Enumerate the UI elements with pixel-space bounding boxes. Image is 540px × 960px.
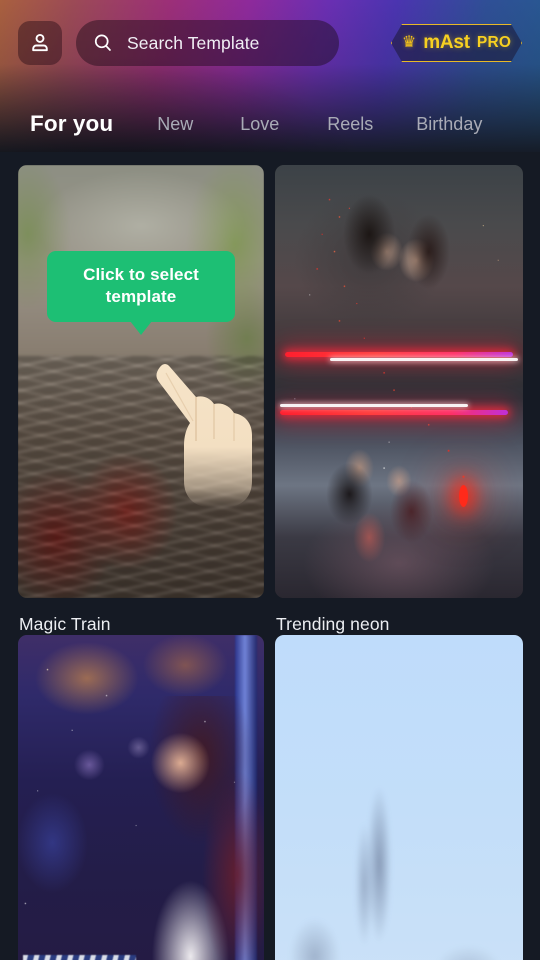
tab-new[interactable]: New	[157, 114, 193, 135]
neon-glow-drop	[458, 485, 468, 508]
tab-for-you[interactable]: For you	[30, 111, 113, 137]
neon-white-line-bottom	[279, 404, 469, 407]
search-input[interactable]: Search Template	[76, 20, 339, 66]
template-title: Trending neon	[276, 614, 390, 634]
template-thumbnail-trending-neon[interactable]	[275, 165, 523, 598]
tab-birthday[interactable]: Birthday	[416, 114, 482, 135]
artwork-bokeh	[18, 635, 264, 960]
template-card: Click to select template Magic Train	[18, 165, 264, 635]
template-thumbnail-magic-train[interactable]: Click to select template	[18, 165, 264, 598]
search-placeholder-text: Search Template	[127, 32, 260, 53]
template-artwork	[275, 635, 523, 960]
crown-icon: ♛	[401, 34, 417, 51]
mast-pro-upgrade-button[interactable]: ♛ mAst PRO	[391, 24, 522, 62]
tooltip-label: Click to select template	[83, 265, 199, 306]
artwork-misty-trees	[275, 712, 523, 960]
neon-streak-top	[284, 352, 514, 358]
template-artwork	[18, 165, 264, 598]
template-artwork	[275, 165, 523, 598]
artwork-sparks	[275, 165, 523, 598]
tab-love[interactable]: Love	[240, 114, 279, 135]
template-grid: Click to select template Magic Train Tre…	[0, 152, 540, 960]
template-title: Magic Train	[19, 614, 111, 634]
tab-reels[interactable]: Reels	[327, 114, 373, 135]
profile-avatar-button[interactable]	[18, 21, 62, 65]
neon-streak-bottom	[279, 410, 509, 416]
template-thumbnail-snow-tiger[interactable]	[275, 635, 523, 960]
person-icon	[28, 31, 52, 55]
select-template-tooltip[interactable]: Click to select template	[47, 251, 235, 322]
pro-tier-label: PRO	[476, 34, 512, 51]
template-card	[275, 635, 523, 960]
pro-brand-label: mAst	[423, 32, 470, 53]
app-root: Search Template ♛ mAst PRO For you New L…	[0, 0, 540, 960]
template-card	[18, 635, 264, 960]
header-toolbar: Search Template ♛ mAst PRO	[0, 0, 540, 86]
app-header: Search Template ♛ mAst PRO For you New L…	[0, 0, 540, 152]
neon-white-line-top	[329, 358, 519, 361]
template-artwork	[18, 635, 264, 960]
template-thumbnail-girl-storefront[interactable]	[18, 635, 264, 960]
template-card: Trending neon	[275, 165, 523, 635]
search-icon	[92, 32, 114, 54]
category-tabs: For you New Love Reels Birthday	[0, 96, 540, 152]
